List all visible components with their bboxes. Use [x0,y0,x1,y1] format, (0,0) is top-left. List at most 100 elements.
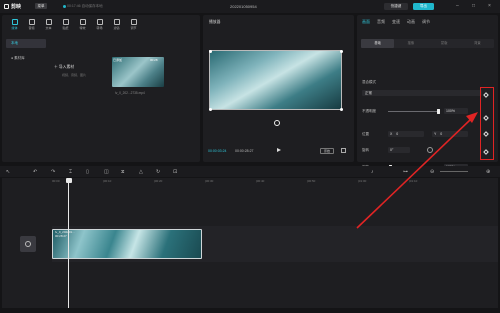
tab-filter[interactable]: 滤镜 [108,15,125,33]
tab-text[interactable]: 文本 [40,15,57,33]
adjust-icon [130,18,137,25]
sticker-icon [62,18,69,25]
link-icon[interactable]: ⊶ [403,169,408,175]
effects-icon [79,18,86,25]
media-panel: 媒体 音频 文本 贴纸 特效 转场 滤镜 调节 本地 ● 素材库 ＋ 导入素材 … [2,15,200,162]
ruler-tick-label: |00:30 [205,179,214,183]
flip-icon[interactable]: △ [139,169,143,175]
tab-prop-adjust[interactable]: 调节 [422,19,430,25]
zoom-out-icon[interactable]: ⊖ [430,169,434,175]
logo-icon [4,4,9,9]
menu-button[interactable]: 菜单 [35,3,47,9]
tab-transition[interactable]: 转场 [91,15,108,33]
media-sub-nav: 本地 ● 素材库 [6,39,46,69]
tab-effects[interactable]: 特效 [74,15,91,33]
redo-icon[interactable]: ↷ [51,169,55,175]
document-title: 202201050954 [230,4,257,9]
player-title: 播放器 [209,20,221,24]
import-media-button[interactable]: ＋ 导入素材 [54,65,74,70]
tab-animation[interactable]: 动画 [407,19,415,25]
ratio-button[interactable]: 原始 [320,148,334,154]
opacity-value[interactable]: 100% [444,108,468,114]
media-filename: lv_0_202...2735.mp4 [115,91,145,95]
audio-icon [28,18,35,25]
properties-tabs: 画面 音频 变速 动画 调节 [357,19,498,25]
cover-icon [25,241,31,247]
delete-icon[interactable]: ▯ [86,169,89,175]
position-x-value: 0 [396,132,399,136]
rotate-value[interactable]: 0° [388,147,410,153]
tab-sticker[interactable]: 贴纸 [57,15,74,33]
autosave-status: 00:17:46 自动保存本地 [63,4,103,9]
opacity-slider-knob[interactable] [436,109,440,114]
app-name: 剪映 [11,4,22,10]
zoom-in-icon[interactable]: ⊕ [486,169,490,175]
filter-icon [113,18,120,25]
blend-mode-select[interactable]: 正常 [362,90,482,96]
opacity-label: 不透明度 [362,109,376,113]
preview-canvas[interactable] [209,50,342,110]
undo-icon[interactable]: ↶ [33,169,37,175]
current-time: 00:00:03:24 [208,149,227,153]
sub-tab-basic[interactable]: 基础 [361,39,395,48]
clip-duration: 00:28:27 [55,234,67,238]
tab-audio[interactable]: 音频 [23,15,40,33]
resize-handle-top-left[interactable] [208,49,212,53]
position-y-value: 0 [440,132,443,136]
play-icon[interactable] [277,148,281,152]
tab-media[interactable]: 媒体 [6,15,23,33]
sub-tab-background[interactable]: 背景 [461,39,494,48]
export-button[interactable]: 导出 [413,2,434,10]
tab-adjust[interactable]: 调节 [125,15,142,33]
media-duration: 00:28 [150,58,158,62]
opacity-slider[interactable] [388,111,438,112]
track-cover-button[interactable] [20,236,36,252]
properties-sub-tabs: 基础 抠像 蒙版 背景 [361,39,494,48]
text-icon [45,18,52,25]
position-label: 位置 [362,132,369,136]
shortcut-button[interactable]: 快捷键 [384,2,408,10]
playhead-handle[interactable] [65,178,72,183]
app-logo: 剪映 [4,3,21,10]
fullscreen-icon[interactable] [341,148,346,153]
rotate-dial-icon[interactable] [427,147,433,153]
close-icon[interactable]: × [488,3,491,9]
rotate-handle-icon[interactable] [274,120,280,126]
sub-tab-cutout[interactable]: 抠像 [394,39,427,48]
resize-handle-bottom-left[interactable] [208,107,212,111]
rotate-label: 旋转 [362,148,369,152]
playhead[interactable] [68,179,69,308]
ruler-tick-label: |01:00 [358,179,367,183]
timeline-panel: 00:00 |00:10 |00:20 |00:30 |00:40 |00:50 |01:0… [2,178,498,308]
maximize-icon[interactable]: □ [472,3,475,9]
zoom-slider[interactable] [440,171,468,172]
title-bar: 剪映 菜单 00:17:46 自动保存本地 202201050954 快捷键 导… [0,0,500,13]
ruler-tick-label: 00:00 [52,179,60,183]
select-pointer-icon[interactable]: ↖ [6,169,10,175]
minimize-icon[interactable]: – [456,3,459,9]
blend-mode-label: 混合模式 [362,80,376,84]
sub-nav-library[interactable]: ● 素材库 [6,54,46,63]
time-ruler: 00:00 |00:10 |00:20 |00:30 |00:40 |00:50 |01:0… [52,178,498,186]
resize-handle-bottom-right[interactable] [339,107,343,111]
resize-handle-top-right[interactable] [339,49,343,53]
tab-speed[interactable]: 变速 [392,19,400,25]
crop-icon[interactable]: ⊡ [173,169,177,175]
tab-prop-audio[interactable]: 音频 [377,19,385,25]
position-y-label: Y [434,132,437,136]
freeze-icon[interactable]: ◫ [104,169,109,175]
rotate-icon[interactable]: ↻ [156,169,160,175]
sub-nav-local[interactable]: 本地 [6,39,46,48]
position-y-field[interactable]: Y 0 [432,131,468,137]
properties-panel: 画面 音频 变速 动画 调节 基础 抠像 蒙版 背景 混合模式 正常 不透明度 … [357,15,498,170]
sub-tab-mask[interactable]: 蒙版 [428,39,461,48]
position-x-field[interactable]: X 0 [388,131,424,137]
ruler-tick-label: |00:10 [103,179,112,183]
mirror-icon[interactable]: ⧖ [121,169,125,175]
player-panel: 播放器 00:00:03:24 00:00:28:27 原始 [203,15,354,162]
split-icon[interactable]: ⌶ [69,169,72,175]
ruler-tick-label: |00:20 [154,179,163,183]
tab-picture[interactable]: 画面 [362,19,370,25]
timeline-toolbar: ↖ ↶ ↷ ⌶ ▯ ◫ ⧖ △ ↻ ⊡ ♪ ⊶ ⊖ ⊕ [0,166,500,177]
microphone-icon[interactable]: ♪ [371,169,374,175]
